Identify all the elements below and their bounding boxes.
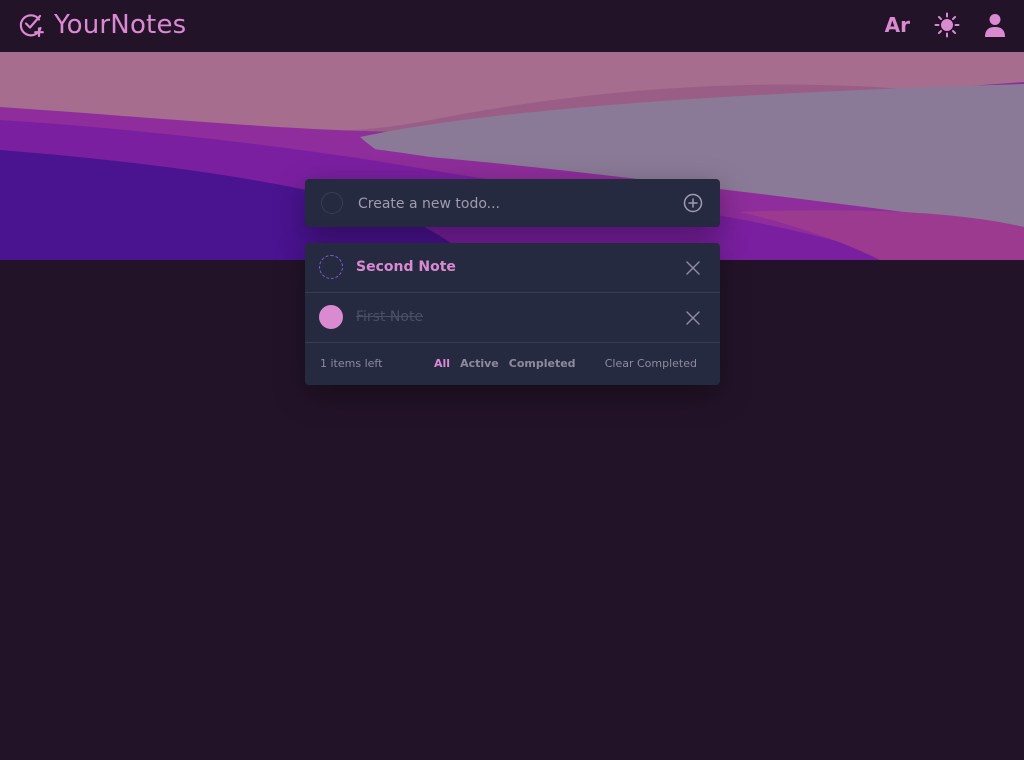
- delete-todo-button[interactable]: [686, 310, 700, 329]
- new-todo-input[interactable]: [356, 191, 670, 217]
- todo-checkbox[interactable]: [319, 255, 343, 279]
- todo-item[interactable]: First Note: [305, 293, 720, 343]
- new-todo-check-circle: [321, 192, 343, 214]
- list-footer: 1 items left All Active Completed Clear …: [305, 343, 720, 385]
- sun-icon: [934, 12, 960, 38]
- todo-item[interactable]: Second Note: [305, 243, 720, 293]
- app-title: YourNotes: [54, 10, 187, 40]
- profile-button[interactable]: [984, 13, 1006, 37]
- new-todo-bar: [305, 179, 720, 227]
- filter-tabs: All Active Completed: [434, 357, 576, 370]
- todo-text: First Note: [356, 309, 424, 325]
- items-left-count: 1 items left: [320, 357, 383, 370]
- todo-text: Second Note: [356, 259, 456, 275]
- header-actions: Ar: [885, 12, 1006, 38]
- brand[interactable]: YourNotes: [18, 10, 186, 40]
- todo-checkbox[interactable]: [319, 305, 343, 329]
- close-icon: [686, 311, 700, 325]
- filter-active[interactable]: Active: [460, 357, 499, 370]
- add-todo-button[interactable]: [683, 193, 703, 217]
- filter-completed[interactable]: Completed: [509, 357, 576, 370]
- top-bar: YourNotes Ar: [0, 0, 1024, 52]
- filter-all[interactable]: All: [434, 357, 450, 370]
- clear-completed-button[interactable]: Clear Completed: [605, 357, 697, 370]
- theme-toggle-button[interactable]: [934, 12, 960, 38]
- close-icon: [686, 261, 700, 275]
- check-circle-plus-icon: [18, 11, 46, 39]
- delete-todo-button[interactable]: [686, 260, 700, 279]
- hero-banner: [0, 52, 1024, 260]
- language-toggle-button[interactable]: Ar: [885, 13, 910, 37]
- user-icon: [985, 14, 1005, 37]
- plus-circle-icon: [683, 193, 703, 213]
- todo-list: Second Note First Note 1 items left All …: [305, 243, 720, 385]
